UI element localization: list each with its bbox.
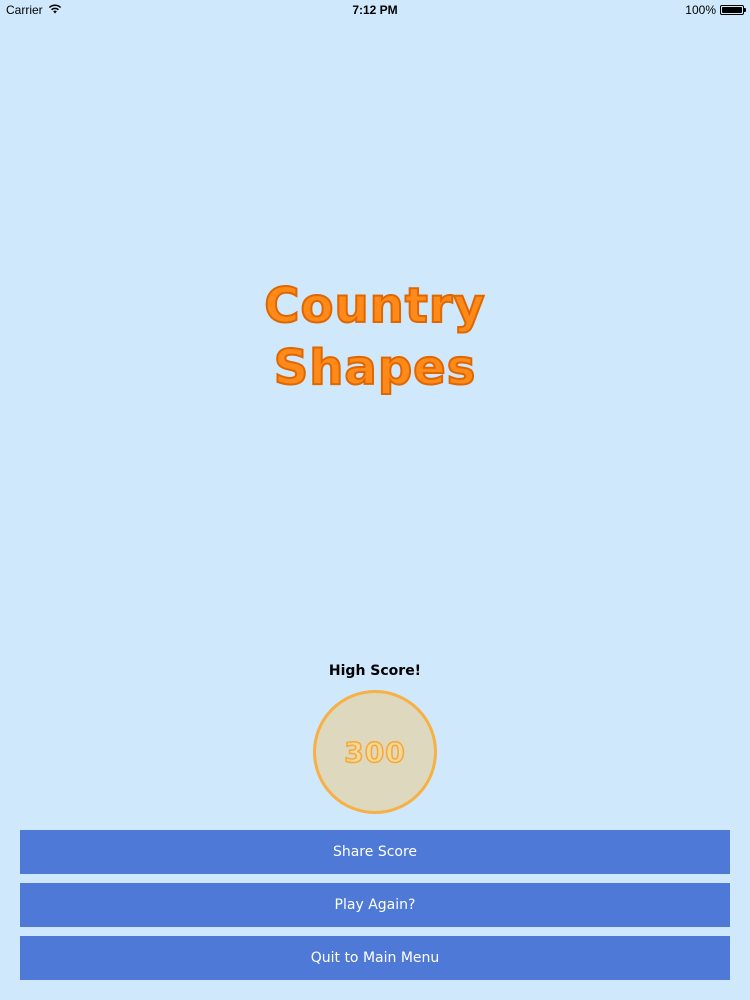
share-score-button[interactable]: Share Score xyxy=(20,830,730,874)
quit-to-main-menu-button[interactable]: Quit to Main Menu xyxy=(20,936,730,980)
status-bar: Carrier 7:12 PM 100% xyxy=(0,0,750,20)
status-right: 100% xyxy=(685,3,746,17)
app-title: Country Shapes xyxy=(0,275,750,399)
score-badge: 300 xyxy=(313,690,437,814)
battery-fill xyxy=(722,7,742,13)
battery-icon xyxy=(720,5,746,15)
play-again-button[interactable]: Play Again? xyxy=(20,883,730,927)
title-line-1: Country xyxy=(263,277,486,335)
score-value: 300 xyxy=(344,735,406,770)
status-time: 7:12 PM xyxy=(352,3,398,17)
title-line-2: Shapes xyxy=(273,339,477,397)
high-score-label: High Score! xyxy=(328,663,422,679)
battery-percent: 100% xyxy=(685,3,716,17)
